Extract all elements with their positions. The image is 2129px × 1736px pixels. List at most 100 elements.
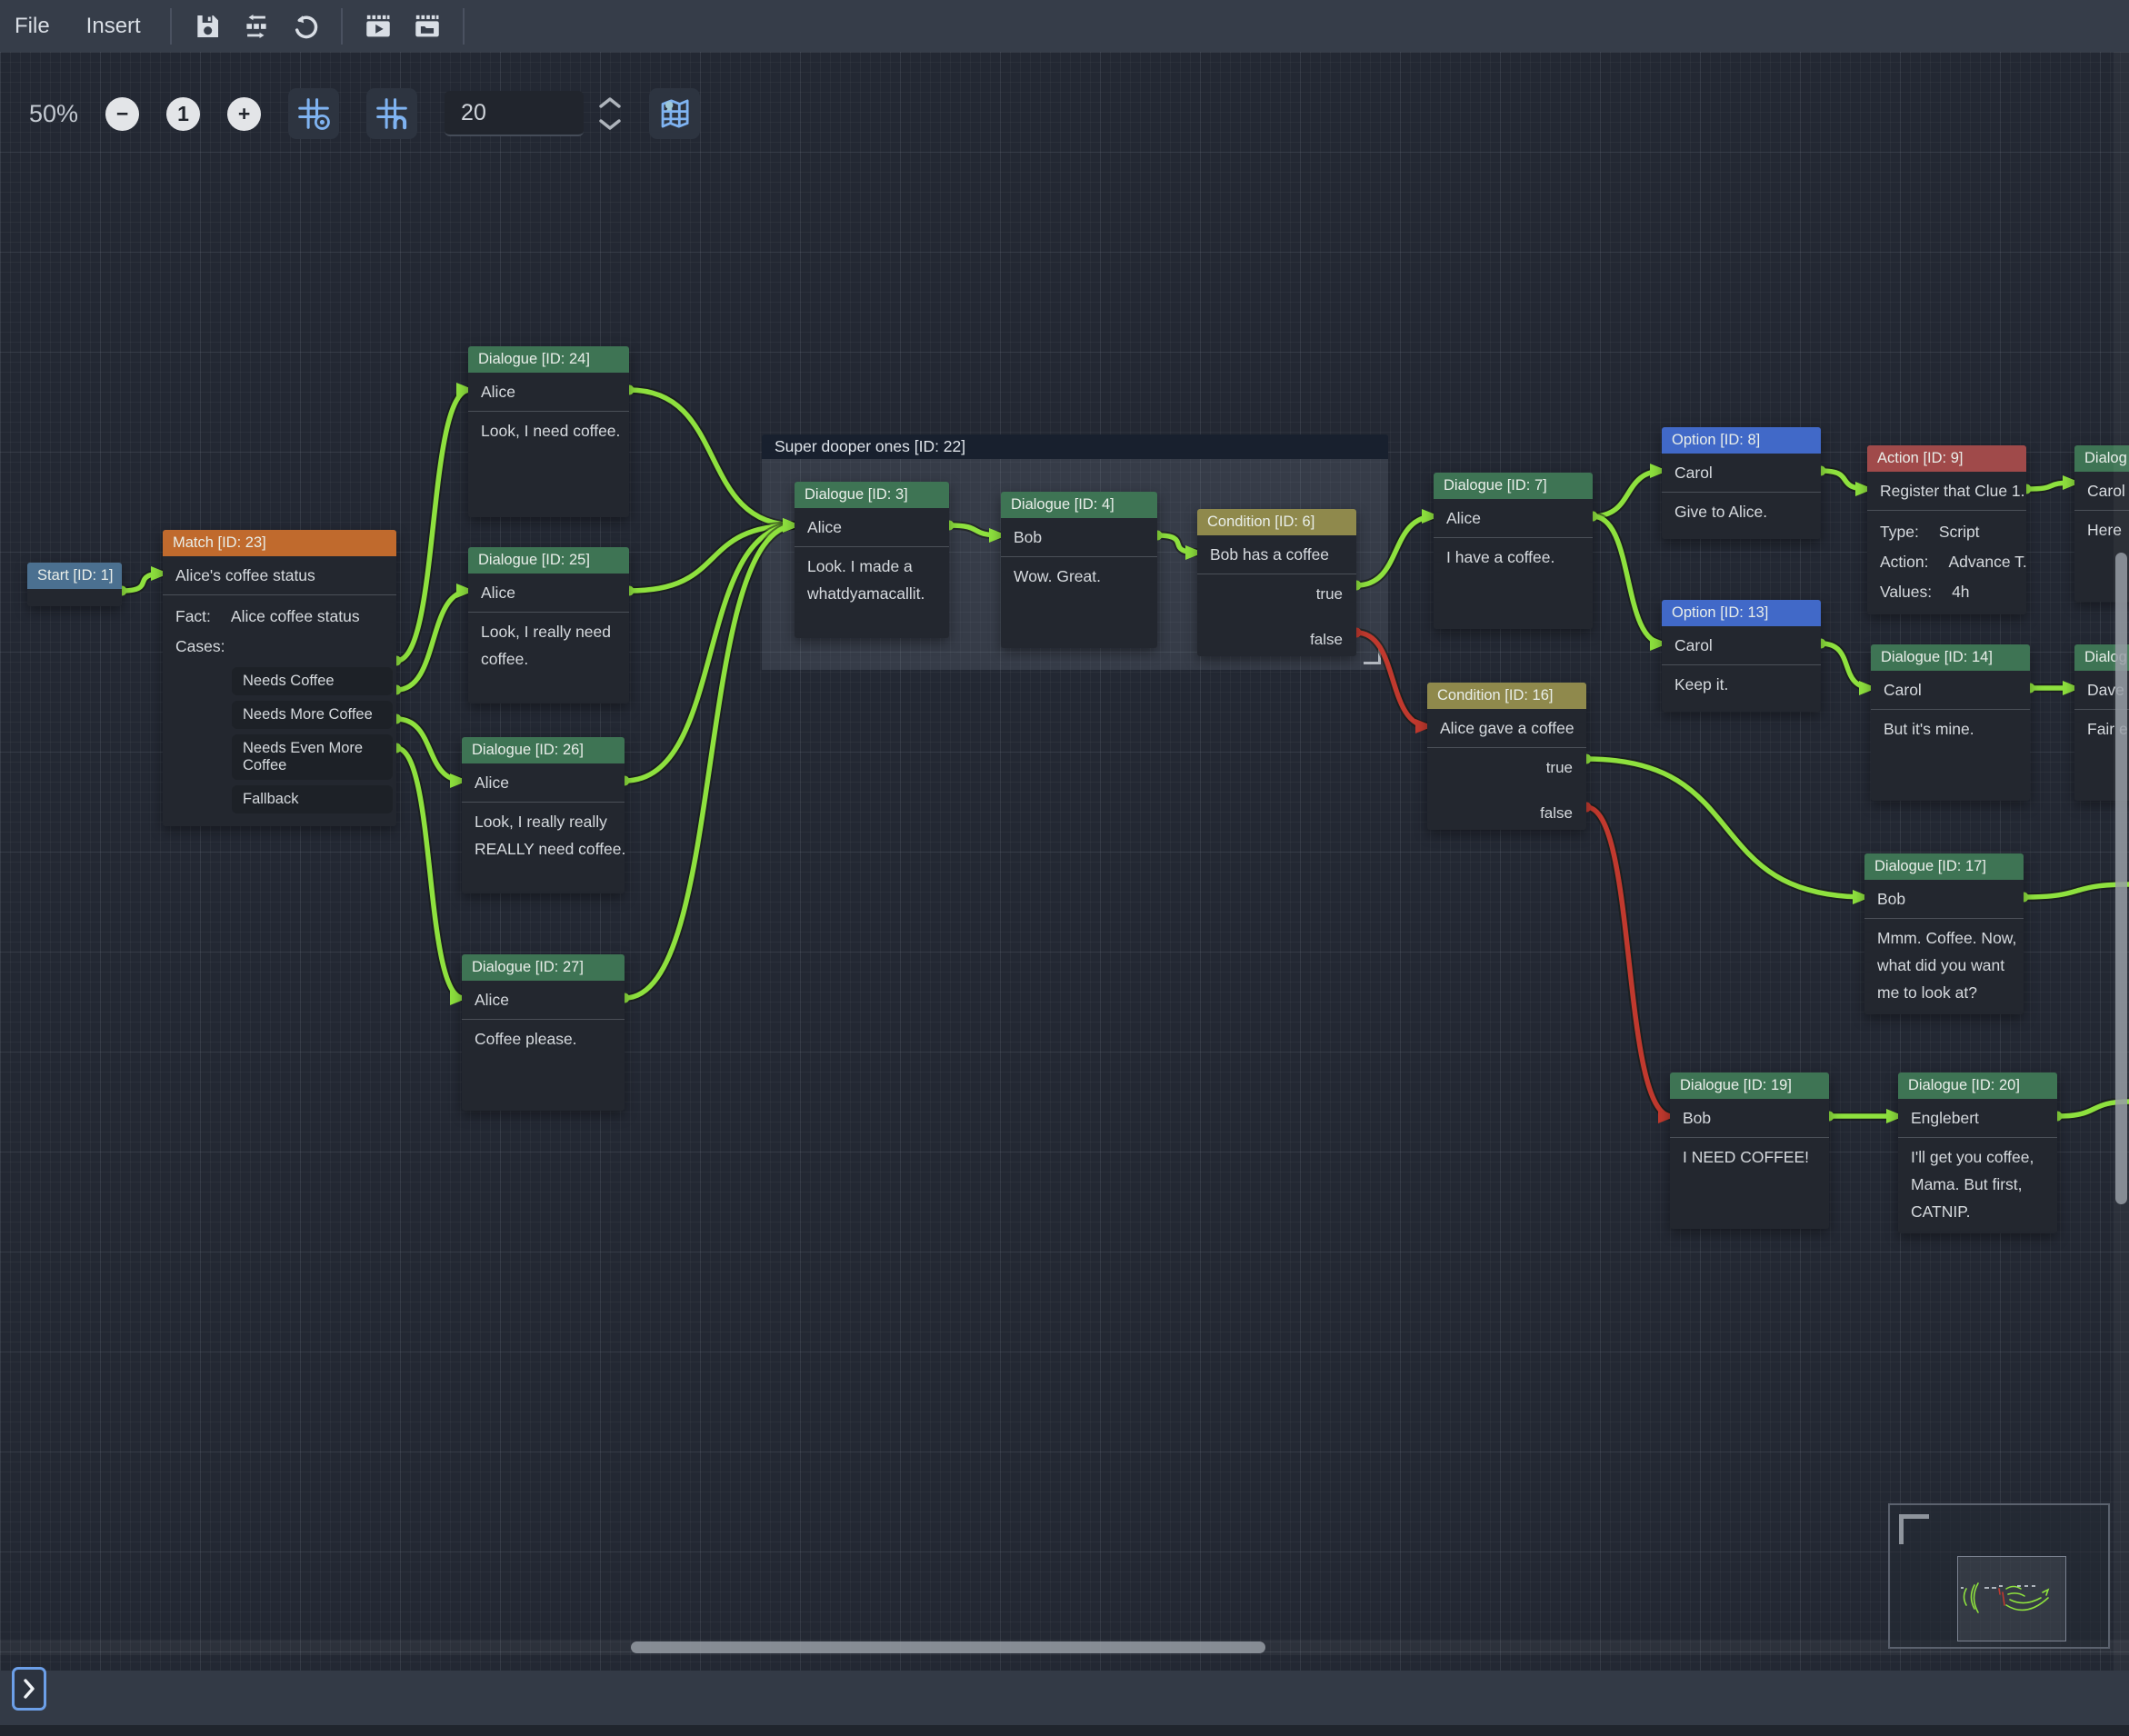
case-chip[interactable]: Needs Even More Coffee [232, 734, 393, 780]
field-row: Fact:Alice coffee status [163, 602, 396, 632]
node-dialogue-20[interactable]: Dialogue [ID: 20]EnglebertI'll get you c… [1898, 1073, 2057, 1233]
node-body: AliceLook, I really needcoffee. [468, 574, 629, 681]
horizontal-scrollbar[interactable] [0, 1640, 2129, 1655]
menubar-separator [170, 8, 172, 45]
case-chip[interactable]: Needs Coffee [232, 667, 393, 695]
node-dialogue-3[interactable]: Dialogue [ID: 3]Alice Look. I made awhatd… [795, 482, 949, 638]
node-body: Alice Look. I made awhatdyamacallit. [795, 508, 949, 615]
node-body: Bob Mmm. Coffee. Now,what did you wantme … [1864, 880, 2024, 1014]
text-line: Look, I really need [468, 619, 629, 646]
node-title: Dialogue [ID: 4] [1001, 492, 1157, 518]
node-body [27, 589, 122, 596]
node-start-1[interactable]: Start [ID: 1] [27, 563, 122, 606]
zoom-reset-button[interactable]: 1 [166, 97, 200, 131]
undo-icon[interactable] [285, 5, 326, 47]
menu-file[interactable]: File [0, 8, 65, 45]
node-body: Alice's coffee statusFact:Alice coffee s… [163, 556, 396, 826]
speaker-row: Register that Clue 1... [1867, 472, 2026, 511]
speaker-row: Alice [462, 763, 625, 803]
node-title: Dialogue [ID: 17] [1864, 853, 2024, 880]
horizontal-scrollbar-thumb[interactable] [631, 1641, 1265, 1653]
node-title: Dialogue [ID: 7] [1434, 473, 1593, 499]
node-title: Option [ID: 13] [1662, 600, 1821, 626]
text-line: whatdyamacallit. [795, 581, 949, 608]
node-body: AliceLook, I need coffee. [468, 373, 629, 453]
graph-toolbar: 50% − 1 + 20 [29, 88, 700, 139]
text-line: Look, I really really [462, 809, 625, 836]
case-chip[interactable]: Fallback [232, 785, 393, 813]
field-key: Action: [1880, 553, 1929, 572]
spinner-up-icon[interactable] [598, 96, 622, 109]
open-dialogue-icon[interactable] [406, 5, 448, 47]
node-title: Dialogue [ID: 3] [795, 482, 949, 508]
speaker-row: Carol [1662, 626, 1821, 665]
grid-snap-icon[interactable] [366, 88, 417, 139]
spinner-down-icon[interactable] [598, 118, 622, 131]
node-action-9[interactable]: Action [ID: 9]Register that Clue 1...Typ… [1867, 445, 2026, 614]
snap-distance-spinner[interactable]: 20 [445, 91, 622, 136]
group-resize-handle[interactable] [1364, 647, 1381, 664]
node-dialogue-17[interactable]: Dialogue [ID: 17]Bob Mmm. Coffee. Now,wha… [1864, 853, 2024, 1014]
menu-insert[interactable]: Insert [72, 8, 155, 45]
menubar-separator [463, 8, 465, 45]
speaker-row: Alice [795, 508, 949, 547]
bottom-panel [0, 1671, 2129, 1725]
minimap[interactable] [1888, 1503, 2110, 1649]
node-body: AliceI have a coffee. [1434, 499, 1593, 579]
text-line: Give to Alice. [1662, 499, 1821, 526]
play-dialogue-icon[interactable] [357, 5, 399, 47]
node-condition-16[interactable]: Condition [ID: 16]Alice gave a coffeetru… [1427, 683, 1586, 830]
node-dialogue-26[interactable]: Dialogue [ID: 26]AliceLook, I really rea… [462, 737, 625, 893]
speaker-row: Bob has a coffee [1197, 535, 1356, 574]
text-line: Look. I made a [795, 554, 949, 581]
text-line: me to look at? [1864, 980, 2024, 1007]
save-icon[interactable] [186, 5, 228, 47]
snap-distance-value[interactable]: 20 [445, 91, 584, 136]
field-key: Fact: [175, 607, 211, 626]
text-line: what did you want [1864, 953, 2024, 980]
text-line: Mmm. Coffee. Now, [1864, 925, 2024, 953]
arrange-icon[interactable] [235, 5, 277, 47]
expand-panel-button[interactable] [12, 1667, 46, 1711]
node-option-8[interactable]: Option [ID: 8]CarolGive to Alice. [1662, 427, 1821, 539]
minimap-toggle-icon[interactable] [649, 88, 700, 139]
zoom-level-label: 50% [29, 100, 78, 128]
field-value: Advance T... [1949, 553, 2027, 572]
graph-canvas[interactable]: Super dooper ones [ID: 22] Start [ID: 1]… [0, 52, 2129, 1671]
field-label: Cases: [163, 632, 396, 662]
node-dialogue-27[interactable]: Dialogue [ID: 27]AliceCoffee please. [462, 954, 625, 1111]
output-label-false: false [1427, 804, 1586, 823]
node-title: Condition [ID: 6] [1197, 509, 1356, 535]
case-chip[interactable]: Needs More Coffee [232, 701, 393, 729]
node-dialogue-7[interactable]: Dialogue [ID: 7]AliceI have a coffee. [1434, 473, 1593, 629]
node-dialogue-14[interactable]: Dialogue [ID: 14]CarolBut it's mine. [1871, 644, 2030, 801]
zoom-in-button[interactable]: + [227, 97, 261, 131]
speaker-row: Bob [1864, 880, 2024, 919]
node-dialogue-19[interactable]: Dialogue [ID: 19]BobI NEED COFFEE! [1670, 1073, 1829, 1229]
node-option-13[interactable]: Option [ID: 13]CarolKeep it. [1662, 600, 1821, 712]
node-body: CarolKeep it. [1662, 626, 1821, 706]
node-body: BobWow. Great. [1001, 518, 1157, 598]
grid-visibility-icon[interactable] [288, 88, 339, 139]
group-title: Super dooper ones [ID: 22] [762, 434, 1388, 459]
node-dialogue-24[interactable]: Dialogue [ID: 24]AliceLook, I need coffe… [468, 346, 629, 517]
vertical-scrollbar-thumb[interactable] [2115, 553, 2127, 1204]
text-line: I'll get you coffee, [1898, 1144, 2057, 1172]
node-condition-6[interactable]: Condition [ID: 6]Bob has a coffeetruefal… [1197, 509, 1356, 656]
speaker-row: Englebert [1898, 1099, 2057, 1138]
node-dialogue-25[interactable]: Dialogue [ID: 25]AliceLook, I really nee… [468, 547, 629, 703]
vertical-scrollbar[interactable] [2114, 52, 2129, 1671]
window-bottom-edge [0, 1725, 2129, 1736]
field-row: Action: Advance T... [1867, 547, 2026, 577]
speaker-row: Carol [1871, 671, 2030, 710]
node-body: Register that Clue 1... Type: Script Action… [1867, 472, 2026, 614]
output-label-false: false [1197, 631, 1356, 649]
field-value: Script [1939, 523, 1980, 542]
node-body: Alice gave a coffeetruefalse [1427, 709, 1586, 830]
node-dialogue-4[interactable]: Dialogue [ID: 4]BobWow. Great. [1001, 492, 1157, 648]
zoom-out-button[interactable]: − [105, 97, 139, 131]
node-match-23[interactable]: Match [ID: 23]Alice's coffee statusFact:… [163, 530, 396, 826]
node-title: Dialogue [ID: 24] [468, 346, 629, 373]
text-line: coffee. [468, 646, 629, 673]
field-key: Type: [1880, 523, 1919, 542]
